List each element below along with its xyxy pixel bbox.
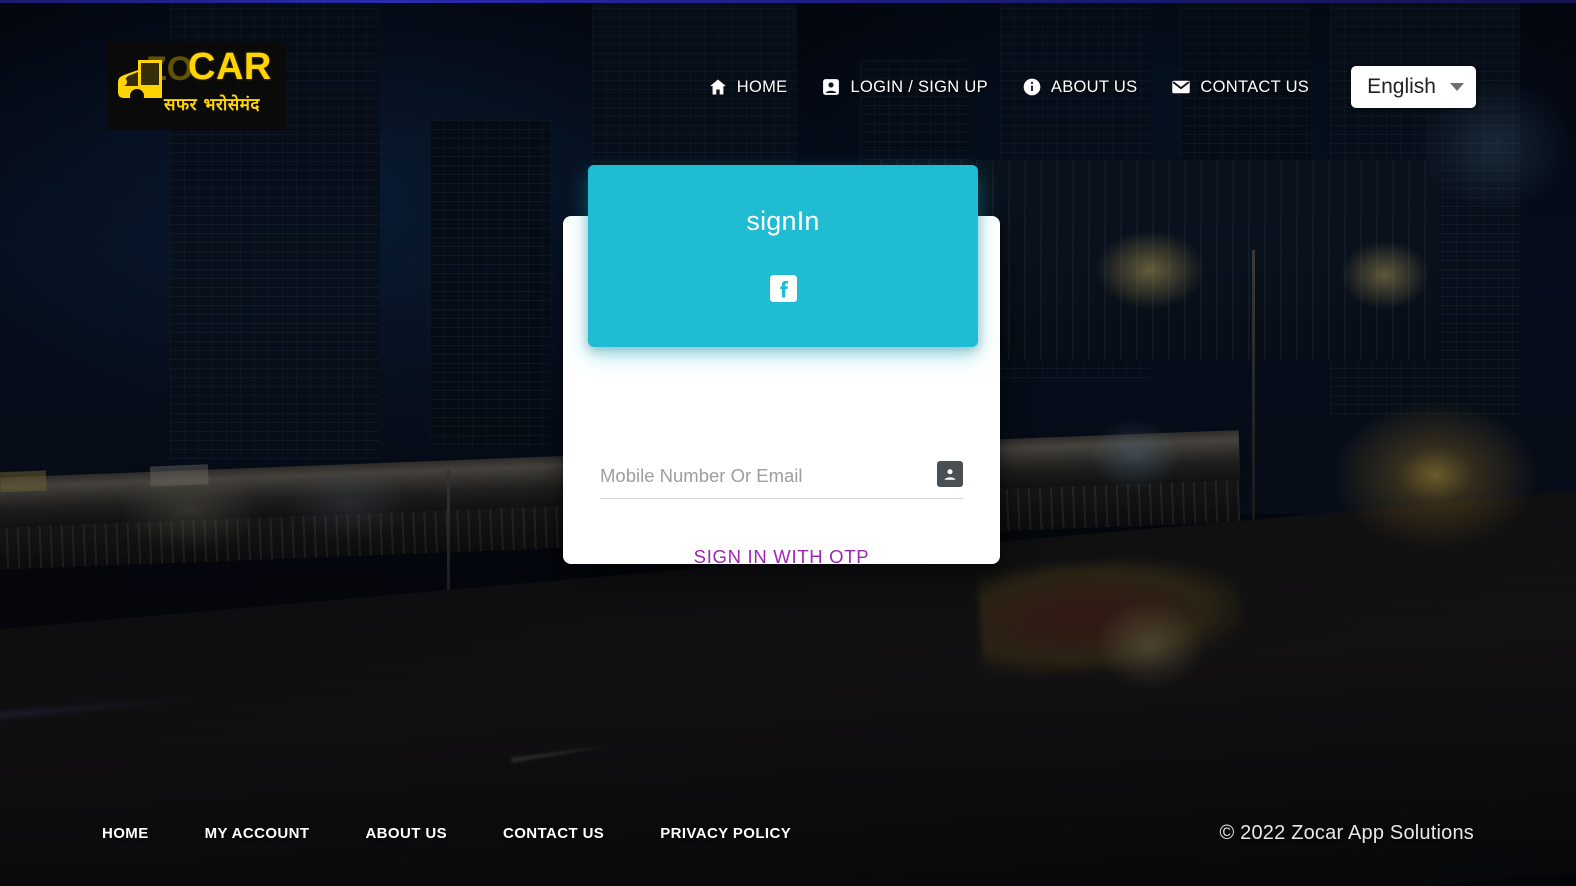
footer-link-privacy-policy[interactable]: PRIVACY POLICY: [660, 825, 791, 842]
mobile-or-email-input[interactable]: [600, 465, 929, 489]
sign-in-with-otp-button[interactable]: SIGN IN WITH OTP: [563, 546, 1000, 568]
nav-label: HOME: [736, 77, 788, 96]
zocar-logo[interactable]: ZO CAR सफर भरोसेमंद: [108, 42, 286, 130]
logo-car-text: CAR: [188, 46, 272, 88]
main-navigation: HOME LOGIN / SIGN UP ABOUT US CONTACT US…: [708, 66, 1476, 108]
mail-icon: [1171, 77, 1191, 97]
top-accent-rule: [0, 0, 1576, 3]
logo-tagline: सफर भरोसेमंद: [164, 95, 260, 115]
nav-label: CONTACT US: [1200, 77, 1310, 96]
page-root: ZO CAR सफर भरोसेमंद HOME LOGIN / SIGN UP…: [0, 0, 1576, 886]
mobile-or-email-field[interactable]: [600, 461, 963, 499]
footer-link-about-us[interactable]: ABOUT US: [365, 825, 447, 842]
facebook-icon[interactable]: [769, 275, 797, 302]
home-icon: [708, 77, 728, 97]
chevron-down-icon: [1450, 83, 1464, 91]
info-icon: [1022, 77, 1042, 97]
site-footer: HOME MY ACCOUNT ABOUT US CONTACT US PRIV…: [0, 781, 1576, 886]
nav-item-login-signup[interactable]: LOGIN / SIGN UP: [821, 77, 988, 97]
language-selector[interactable]: English: [1351, 66, 1476, 108]
language-selected-label: English: [1367, 75, 1436, 98]
copyright-text: © 2022 Zocar App Solutions: [1219, 822, 1474, 844]
signin-card-header: signIn: [588, 165, 978, 347]
account-box-icon[interactable]: [937, 461, 963, 487]
nav-item-home[interactable]: HOME: [708, 77, 788, 97]
footer-links: HOME MY ACCOUNT ABOUT US CONTACT US PRIV…: [102, 825, 791, 842]
site-header: ZO CAR सफर भरोसेमंद HOME LOGIN / SIGN UP…: [0, 0, 1576, 176]
nav-item-about-us[interactable]: ABOUT US: [1022, 77, 1137, 97]
footer-link-my-account[interactable]: MY ACCOUNT: [205, 825, 310, 842]
nav-item-contact-us[interactable]: CONTACT US: [1171, 77, 1309, 97]
footer-link-home[interactable]: HOME: [102, 825, 149, 842]
nav-label: LOGIN / SIGN UP: [850, 77, 988, 96]
account-box-icon: [821, 77, 841, 97]
nav-label: ABOUT US: [1050, 77, 1138, 96]
footer-link-contact-us[interactable]: CONTACT US: [503, 825, 604, 842]
signin-title: signIn: [746, 206, 820, 236]
